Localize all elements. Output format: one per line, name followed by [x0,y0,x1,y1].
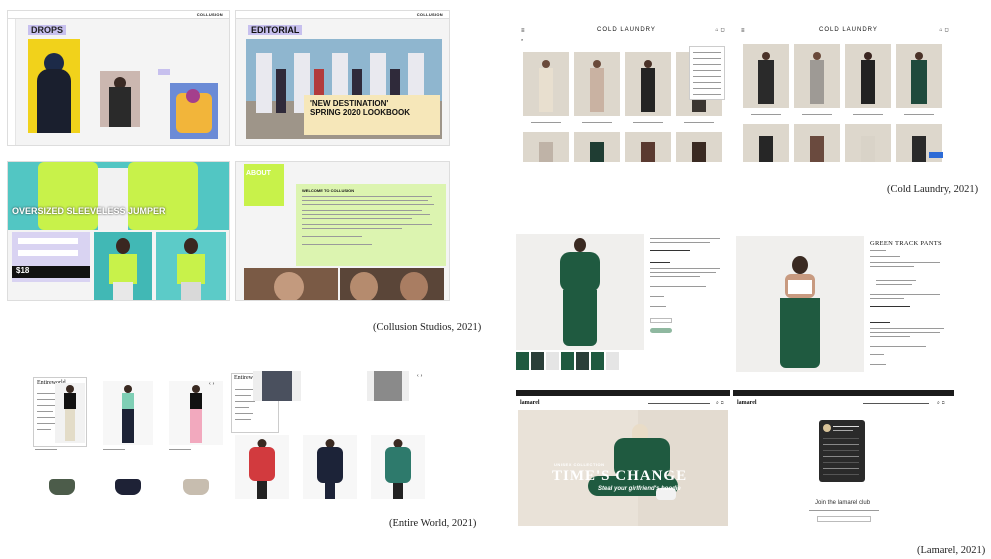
payment-badge[interactable] [929,152,943,158]
product-card[interactable] [45,475,79,499]
about-heading: WELCOME TO COLLUSION [302,188,355,193]
editorial-title: EDITORIAL [248,25,303,35]
qty-selector[interactable] [18,250,78,256]
about-photo-right[interactable] [340,268,444,300]
product-card[interactable] [625,132,671,162]
product-card[interactable] [523,132,569,162]
product-card[interactable] [743,44,789,108]
product-card[interactable] [111,475,145,499]
jumper-hero-photo[interactable] [8,162,229,230]
main-nav[interactable] [863,403,929,404]
about-photo-left[interactable] [244,268,338,300]
product-price: $18 [16,266,30,275]
product-card[interactable] [896,44,942,108]
cold-laundry-screenshot-1: ≡ COLD LAUNDRY ⌂ ◻ ⌕ [517,22,729,162]
collusion-logo[interactable]: COLLUSION [417,12,443,18]
lamarel-home-screenshot: lamarel ⌕ ◻ UNISEX COLLECTION TIME'S CHA… [516,390,730,530]
product-main-photo[interactable] [736,236,864,372]
collusion-drops-screenshot: COLLUSION DROPS [7,10,230,146]
menu-icon[interactable]: ≡ [741,28,745,35]
thumbnail[interactable] [546,352,559,370]
product-card[interactable] [845,44,891,108]
popup-icon [823,424,831,432]
collusion-editorial-screenshot: COLLUSION EDITORIAL 'NEW DESTINATION' SP… [235,10,450,146]
product-card[interactable] [625,52,671,116]
lookbook-title: 'NEW DESTINATION' SPRING 2020 LOOKBOOK [310,99,411,117]
about-title: ABOUT [246,170,271,177]
product-card[interactable] [253,371,301,401]
product-card[interactable] [574,52,620,116]
entire-world-screenshot-1: Entireworld ‹ › [33,377,229,507]
menu-icon[interactable]: ≡ [521,28,525,35]
side-rail [8,19,16,145]
add-to-cart-button[interactable] [650,328,672,333]
editorial-hero-photo[interactable]: 'NEW DESTINATION' SPRING 2020 LOOKBOOK [246,39,442,139]
product-title: GREEN TRACK PANTS [870,240,942,247]
cart-icon[interactable]: ⌕ ◻ [716,400,724,406]
product-card[interactable] [794,124,840,162]
announcement-bar [516,390,730,396]
thumbnail[interactable] [561,352,574,370]
hero-title: TIME'S CHANGE [552,468,688,484]
collusion-about-screenshot: ABOUT WELCOME TO COLLUSION [235,161,450,301]
product-card[interactable] [179,475,213,499]
product-card[interactable] [55,383,85,443]
hero-eyebrow: UNISEX COLLECTION [554,462,605,467]
product-card[interactable] [103,381,153,445]
cold-laundry-logo[interactable]: COLD LAUNDRY [597,27,656,33]
thumbnail[interactable] [516,352,529,370]
jumper-model-photo-2[interactable] [156,232,226,300]
entire-world-screenshot-2: Entireworld ‹ › [231,371,434,507]
cart-icon[interactable]: ⌕ ◻ [937,400,945,406]
caption-entire-world: (Entire World, 2021) [389,518,477,529]
hero-subtitle: Steal your girlfriend's hoodie [598,486,681,492]
cold-laundry-logo[interactable]: COLD LAUNDRY [819,27,878,33]
caption-cold-laundry: (Cold Laundry, 2021) [887,184,979,195]
collusion-product-screenshot: OVERSIZED SLEEVELESS JUMPER $18 [7,161,230,301]
filter-bar[interactable]: ⌕ [521,37,524,43]
lamarel-logo[interactable]: lamarel [520,400,540,406]
product-card[interactable] [743,124,789,162]
product-card[interactable] [303,435,357,499]
product-card[interactable] [794,44,840,108]
product-card[interactable] [367,371,409,401]
jumper-model-photo-1[interactable] [94,232,152,300]
product-card[interactable] [371,435,425,499]
collusion-logo[interactable]: COLLUSION [197,12,223,18]
product-card[interactable] [676,132,722,162]
quantity-stepper[interactable] [650,318,672,323]
thumbnail[interactable] [606,352,619,370]
cart-icon[interactable]: ⌂ ◻ [940,27,949,33]
caption-lamarel: (Lamarel, 2021) [917,545,986,556]
product-main-photo[interactable] [516,234,644,350]
drop-photo-colorful[interactable] [170,83,218,139]
dropdown-menu[interactable] [689,46,725,100]
cold-laundry-screenshot-2: ≡ COLD LAUNDRY ⌂ ◻ [737,22,953,162]
lamarel-logo[interactable]: lamarel [737,400,757,406]
next-arrows[interactable]: ‹ › [417,373,423,379]
product-card[interactable] [574,132,620,162]
thumbnail[interactable] [531,352,544,370]
size-selector[interactable] [18,238,78,244]
product-card[interactable] [169,381,223,445]
product-card[interactable] [523,52,569,116]
lamarel-product-screenshot-2: GREEN TRACK PANTS [736,236,954,374]
jumper-title: OVERSIZED SLEEVELESS JUMPER [12,206,166,216]
email-field[interactable] [817,516,871,522]
product-card[interactable] [235,435,289,499]
cart-icon[interactable]: ⌂ ◻ [716,27,725,33]
drop-photo-yellow[interactable] [28,39,80,133]
next-arrows[interactable]: ‹ › [209,381,215,387]
thumbnail[interactable] [576,352,589,370]
drop-photo-girl[interactable] [100,71,140,127]
thumbnail[interactable] [591,352,604,370]
caption-collusion: (Collusion Studios, 2021) [373,322,482,333]
main-nav[interactable] [648,403,710,404]
lamarel-club-screenshot: lamarel ⌕ ◻ Join the lamarel club [733,390,954,530]
club-title: Join the lamarel club [815,500,871,506]
lamarel-product-screenshot-1 [516,234,730,372]
announcement-bar [733,390,954,396]
drops-title: DROPS [28,25,67,35]
product-card[interactable] [845,124,891,162]
